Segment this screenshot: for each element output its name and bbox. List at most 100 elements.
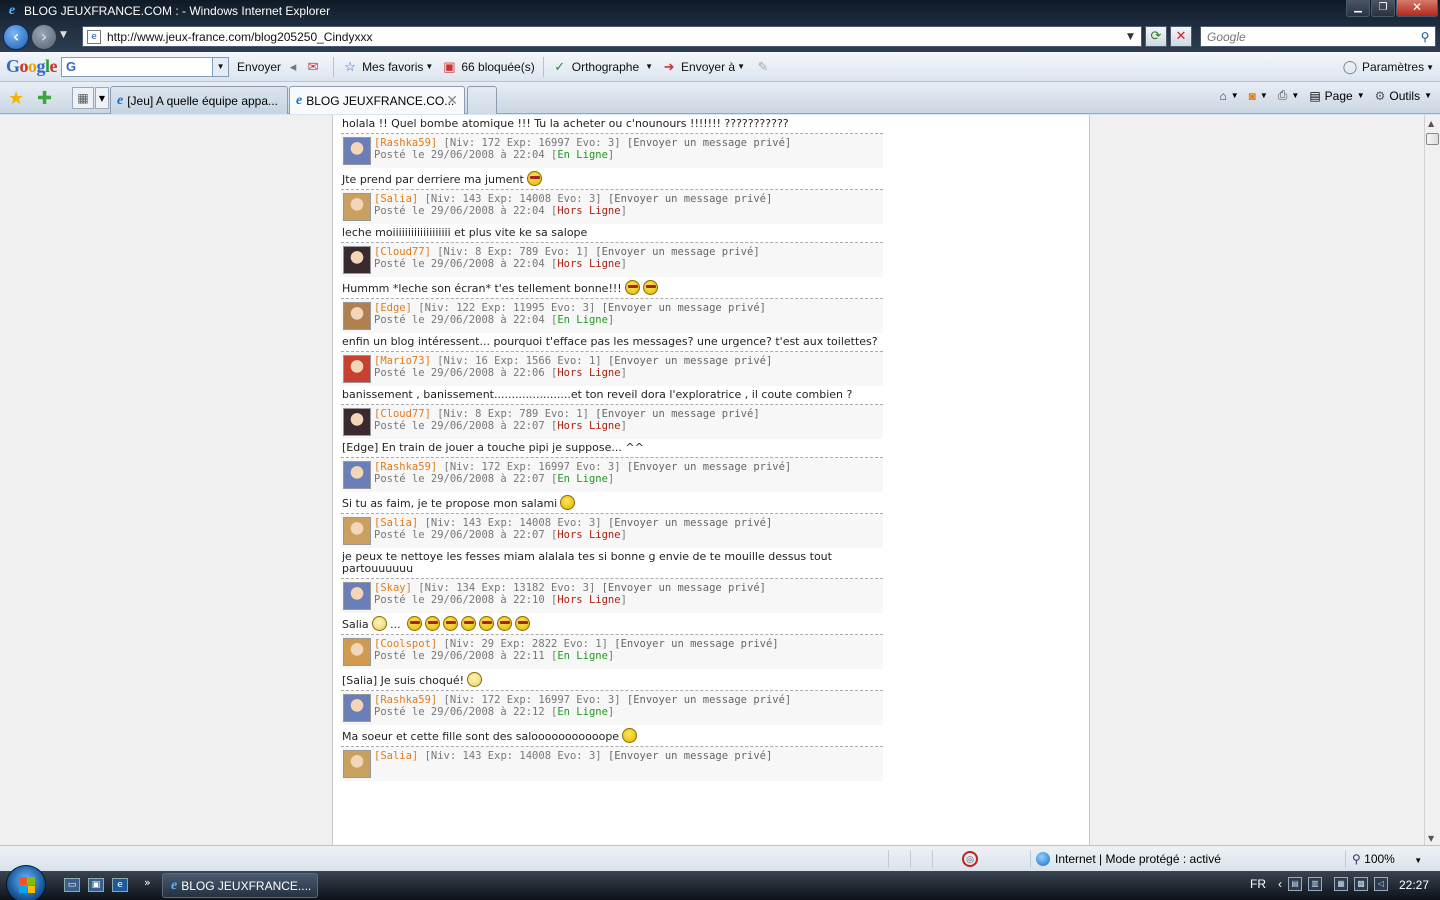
mail-icon[interactable]: ✉ xyxy=(305,59,321,75)
avatar[interactable] xyxy=(343,694,371,722)
network-icon[interactable]: ▩ xyxy=(1354,877,1368,891)
vertical-scrollbar[interactable]: ▲ ▼ xyxy=(1424,115,1440,845)
username-link[interactable]: [Salia] xyxy=(374,517,418,529)
username-link[interactable]: [Rashka59] xyxy=(374,694,437,706)
popup-blocker-button[interactable]: ▣ 66 bloquée(s) xyxy=(441,59,535,75)
search-box[interactable]: ⚲ xyxy=(1200,26,1436,47)
tab-list-dropdown-icon[interactable]: ▼ xyxy=(95,87,109,109)
quicklaunch-more-icon[interactable]: » xyxy=(144,876,151,889)
private-message-link[interactable]: [Envoyer un message privé] xyxy=(627,694,791,706)
send-to-button[interactable]: ➜ Envoyer à ▼ xyxy=(661,59,745,75)
tools-menu-button[interactable]: ⚙ Outils ▼ xyxy=(1375,89,1432,103)
security-zone[interactable]: Internet | Mode protégé : activé xyxy=(1036,852,1221,866)
address-url[interactable]: http://www.jeux-france.com/blog205250_Ci… xyxy=(107,30,1127,44)
avatar[interactable] xyxy=(343,193,371,221)
avatar[interactable] xyxy=(343,461,371,489)
google-search-dropdown-icon[interactable]: ▼ xyxy=(212,57,229,76)
tab-blog[interactable]: e BLOG JEUXFRANCE.CO... ✕ xyxy=(289,86,465,114)
private-message-link[interactable]: [Envoyer un message privé] xyxy=(608,193,772,205)
scroll-thumb[interactable] xyxy=(1426,133,1439,145)
avatar[interactable] xyxy=(343,137,371,165)
refresh-button[interactable]: ⟳ xyxy=(1145,26,1167,47)
private-message-link[interactable]: [Envoyer un message privé] xyxy=(608,517,772,529)
maximize-button[interactable]: ❐ xyxy=(1371,0,1395,17)
scroll-up-icon[interactable]: ▲ xyxy=(1428,119,1434,128)
history-dropdown-icon[interactable]: ▼ xyxy=(60,30,67,40)
private-message-link[interactable]: [Envoyer un message privé] xyxy=(595,408,759,420)
username-link[interactable]: [Edge] xyxy=(374,302,412,314)
avatar[interactable] xyxy=(343,246,371,274)
task-button-ie[interactable]: e BLOG JEUXFRANCE.... xyxy=(162,873,318,898)
page-menu-button[interactable]: ▤ Page ▼ xyxy=(1309,89,1364,103)
language-indicator[interactable]: FR xyxy=(1250,877,1266,891)
feeds-button[interactable]: ◙ ▼ xyxy=(1249,89,1268,103)
avatar[interactable] xyxy=(343,302,371,330)
online-status: Hors Ligne xyxy=(557,367,621,379)
username-link[interactable]: [Coolspot] xyxy=(374,638,437,650)
search-input[interactable] xyxy=(1201,29,1415,44)
zoom-control[interactable]: ⚲ 100% ▼ xyxy=(1352,852,1422,866)
username-link[interactable]: [Cloud77] xyxy=(374,408,431,420)
zoom-dropdown-icon[interactable]: ▼ xyxy=(1414,856,1422,865)
print-button[interactable]: ⎙ ▼ xyxy=(1278,88,1300,103)
private-message-link[interactable]: [Envoyer un message privé] xyxy=(608,750,772,762)
start-button[interactable] xyxy=(6,865,46,900)
add-favorite-icon[interactable]: ✚ xyxy=(37,88,52,109)
favorites-center-icon[interactable]: ★ xyxy=(8,88,24,109)
tab-jeu[interactable]: e [Jeu] A quelle équipe appa... xyxy=(110,86,288,114)
avatar[interactable] xyxy=(343,582,371,610)
quick-tabs-icon[interactable]: ▦ xyxy=(72,87,94,109)
avatar[interactable] xyxy=(343,408,371,436)
google-search-field[interactable]: G ▼ xyxy=(61,56,230,77)
private-message-link[interactable]: [Envoyer un message privé] xyxy=(595,246,759,258)
clock[interactable]: 22:27 xyxy=(1399,878,1429,892)
forward-button[interactable]: › xyxy=(31,24,57,50)
username-link[interactable]: [Cloud77] xyxy=(374,246,431,258)
comment-header: [Rashka59] [Niv: 172 Exp: 16997 Evo: 3] … xyxy=(341,134,883,168)
tray-app-icon[interactable]: ▥ xyxy=(1308,877,1322,891)
volume-icon[interactable]: ◁ xyxy=(1374,877,1388,891)
tray-expand-icon[interactable]: ‹ xyxy=(1278,877,1282,891)
address-dropdown-icon[interactable]: ▼ xyxy=(1127,32,1141,42)
switch-windows-icon[interactable]: ▣ xyxy=(88,878,104,892)
avatar[interactable] xyxy=(343,517,371,545)
avatar[interactable] xyxy=(343,750,371,778)
username-link[interactable]: [Rashka59] xyxy=(374,137,437,149)
minimize-button[interactable]: ▁ xyxy=(1346,0,1370,17)
private-message-link[interactable]: [Envoyer un message privé] xyxy=(602,302,766,314)
stop-button[interactable]: ✕ xyxy=(1170,26,1192,47)
home-button[interactable]: ⌂ ▼ xyxy=(1219,89,1238,103)
avatar[interactable] xyxy=(343,355,371,383)
google-search-input[interactable] xyxy=(80,59,213,74)
back-button[interactable]: ‹ xyxy=(3,24,29,50)
spellcheck-button[interactable]: ✓ Orthographe ▼ xyxy=(552,59,653,75)
new-tab-button[interactable] xyxy=(467,86,497,114)
private-message-link[interactable]: [Envoyer un message privé] xyxy=(627,461,791,473)
address-bar[interactable]: e http://www.jeux-france.com/blog205250_… xyxy=(82,26,1142,47)
windows-logo-icon xyxy=(19,877,35,893)
pencil-icon[interactable]: ✎ xyxy=(755,59,771,75)
scroll-down-icon[interactable]: ▼ xyxy=(1428,834,1434,843)
username-link[interactable]: [Skay] xyxy=(374,582,412,594)
private-message-link[interactable]: [Envoyer un message privé] xyxy=(614,638,778,650)
avatar[interactable] xyxy=(343,638,371,666)
username-link[interactable]: [Rashka59] xyxy=(374,461,437,473)
show-desktop-icon[interactable]: ▭ xyxy=(64,878,80,892)
close-button[interactable]: ✕ xyxy=(1396,0,1438,17)
google-send-button[interactable]: Envoyer xyxy=(237,60,281,74)
private-message-link[interactable]: [Envoyer un message privé] xyxy=(602,582,766,594)
username-link[interactable]: [Salia] xyxy=(374,750,418,762)
ie-quicklaunch-icon[interactable]: e xyxy=(112,878,128,892)
private-message-link[interactable]: [Envoyer un message privé] xyxy=(608,355,772,367)
close-tab-icon[interactable]: ✕ xyxy=(446,92,458,109)
tray-app-icon[interactable]: ▦ xyxy=(1334,877,1348,891)
search-icon[interactable]: ⚲ xyxy=(1415,30,1435,44)
username-link[interactable]: [Mario73] xyxy=(374,355,431,367)
arrow-icon[interactable]: ◂ xyxy=(285,59,301,75)
private-message-link[interactable]: [Envoyer un message privé] xyxy=(627,137,791,149)
username-link[interactable]: [Salia] xyxy=(374,193,418,205)
settings-button[interactable]: ◯ Paramètres ▼ xyxy=(1342,59,1434,75)
popup-blocker-icon[interactable]: ◎ xyxy=(962,851,978,867)
tray-app-icon[interactable]: ▤ xyxy=(1288,877,1302,891)
favorites-button[interactable]: ☆ Mes favoris ▼ xyxy=(342,59,433,75)
